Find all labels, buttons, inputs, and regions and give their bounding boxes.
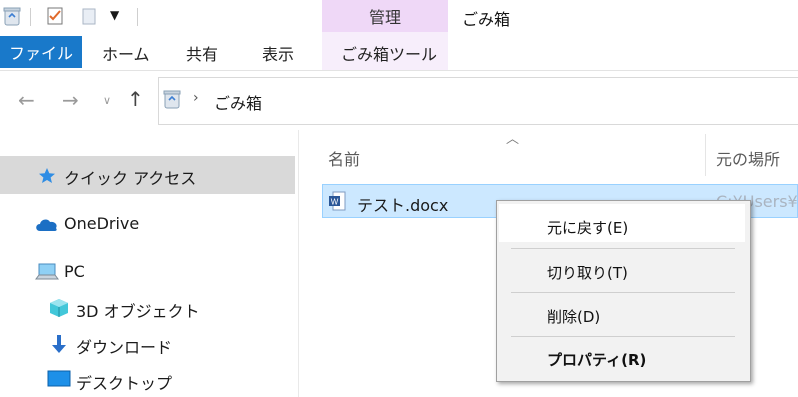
- nav-item-label: クイック アクセス: [64, 169, 197, 188]
- star-icon: [39, 168, 55, 183]
- svg-text:W: W: [331, 198, 339, 207]
- nav-item-downloads[interactable]: ダウンロード: [76, 334, 172, 358]
- up-arrow-icon[interactable]: ↑: [127, 87, 144, 111]
- tab-recycle-bin-tools[interactable]: ごみ箱ツール: [341, 36, 437, 70]
- computer-icon: [35, 263, 59, 280]
- menu-separator: [511, 336, 735, 337]
- cube-3d-icon: [50, 299, 68, 317]
- breadcrumb-item[interactable]: ごみ箱: [214, 90, 262, 114]
- file-name: テスト.docx: [357, 196, 449, 215]
- breadcrumb-chevron-icon[interactable]: ›: [193, 90, 199, 106]
- menu-separator: [511, 292, 735, 293]
- window-title: ごみ箱: [462, 10, 511, 29]
- menu-separator: [511, 248, 735, 249]
- menu-item-cut[interactable]: 切り取り(T): [547, 262, 628, 283]
- column-header-original-location[interactable]: 元の場所: [716, 146, 780, 170]
- pane-divider: [298, 130, 299, 397]
- context-menu: 元に戻す(E) 切り取り(T) 削除(D) プロパティ(R): [496, 200, 751, 382]
- back-arrow-icon[interactable]: ←: [18, 88, 35, 112]
- desktop-icon: [47, 370, 71, 387]
- menu-item-restore[interactable]: 元に戻す(E): [547, 217, 628, 238]
- sort-ascending-icon: ︿: [506, 132, 520, 147]
- tab-file[interactable]: ファイル: [0, 36, 82, 68]
- properties-check-icon[interactable]: [46, 6, 64, 26]
- dropdown-icon[interactable]: ▼: [110, 8, 119, 22]
- menu-item-properties[interactable]: プロパティ(R): [547, 349, 646, 370]
- nav-item-pc[interactable]: PC: [64, 262, 85, 281]
- word-doc-icon: W: [329, 191, 346, 211]
- nav-item-3d-objects[interactable]: 3D オブジェクト: [76, 298, 200, 322]
- cloud-icon: [36, 219, 57, 231]
- recycle-bin-icon: [163, 90, 181, 109]
- context-tab-header: 管理: [322, 0, 448, 32]
- recent-dropdown-icon[interactable]: ∨: [103, 94, 111, 107]
- new-folder-icon[interactable]: [80, 6, 98, 26]
- recycle-bin-icon[interactable]: [3, 6, 21, 26]
- tab-view[interactable]: 表示: [262, 36, 294, 70]
- toolbar-separator: [137, 8, 138, 26]
- nav-item-onedrive[interactable]: OneDrive: [64, 214, 139, 233]
- column-header-name[interactable]: 名前: [328, 146, 360, 170]
- forward-arrow-icon[interactable]: →: [62, 88, 79, 112]
- column-divider: [705, 134, 706, 176]
- toolbar-separator: [30, 8, 31, 26]
- nav-item-desktop[interactable]: デスクトップ: [76, 370, 172, 394]
- tab-home[interactable]: ホーム: [102, 36, 150, 70]
- tab-share[interactable]: 共有: [186, 36, 218, 70]
- download-arrow-icon: [52, 335, 66, 353]
- menu-item-delete[interactable]: 削除(D): [547, 306, 600, 327]
